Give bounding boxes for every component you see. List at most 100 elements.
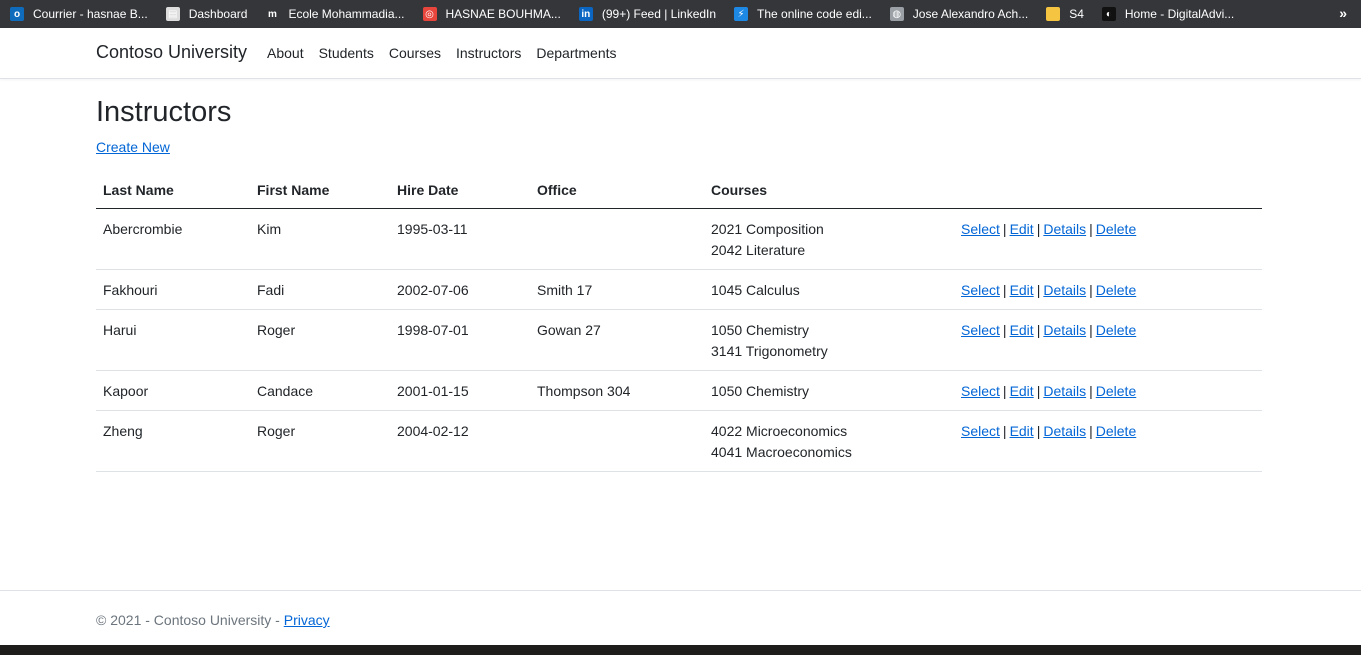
- cell-first-name: Kim: [250, 208, 390, 270]
- select-link[interactable]: Select: [961, 322, 1000, 338]
- cell-actions: Select | Edit | Details | Delete: [954, 410, 1262, 472]
- table-header-row: Last Name First Name Hire Date Office Co…: [96, 172, 1262, 209]
- select-link[interactable]: Select: [961, 383, 1000, 399]
- select-link[interactable]: Select: [961, 282, 1000, 298]
- nav-link-departments[interactable]: Departments: [536, 45, 616, 61]
- bookmark-item[interactable]: m Ecole Mohammadia...: [265, 0, 405, 28]
- bookmark-item[interactable]: ◍ Jose Alexandro Ach...: [889, 0, 1029, 28]
- edit-link[interactable]: Edit: [1010, 221, 1034, 237]
- action-separator: |: [1002, 382, 1007, 399]
- select-link[interactable]: Select: [961, 423, 1000, 439]
- delete-link[interactable]: Delete: [1096, 423, 1136, 439]
- nav-link-instructors[interactable]: Instructors: [456, 45, 521, 61]
- header-last-name: Last Name: [96, 172, 250, 209]
- header-first-name: First Name: [250, 172, 390, 209]
- cell-first-name: Candace: [250, 370, 390, 411]
- course-item: 1045 Calculus: [711, 281, 800, 298]
- edit-link[interactable]: Edit: [1010, 322, 1034, 338]
- action-separator: |: [1089, 422, 1093, 439]
- header-office: Office: [530, 172, 704, 209]
- action-separator: |: [1089, 321, 1093, 338]
- bookmarks-bar: o Courrier - hasnae B... ▤ Dashboard m Ecole …: [0, 0, 1361, 28]
- cell-first-name: Fadi: [250, 269, 390, 310]
- course-item: 2021 Composition: [711, 220, 824, 237]
- bookmark-label: HASNAE BOUHMA...: [445, 7, 561, 21]
- action-separator: |: [1002, 220, 1007, 237]
- instructors-table: Last Name First Name Hire Date Office Co…: [96, 172, 1262, 472]
- cell-last-name: Kapoor: [96, 370, 250, 411]
- create-new-link[interactable]: Create New: [96, 139, 170, 155]
- table-row: Fakhouri Fadi 2002-07-06 Smith 17 1045 Calcu…: [96, 269, 1262, 310]
- course-item: 1050 Chemistry: [711, 321, 810, 338]
- course-item: 1050 Chemistry: [711, 382, 810, 399]
- cell-office: Gowan 27: [530, 309, 704, 371]
- lightning-icon: ⚡: [734, 7, 749, 21]
- delete-link[interactable]: Delete: [1096, 322, 1136, 338]
- action-separator: |: [1036, 382, 1041, 399]
- edit-link[interactable]: Edit: [1010, 282, 1034, 298]
- privacy-link[interactable]: Privacy: [284, 612, 330, 628]
- action-separator: |: [1089, 220, 1093, 237]
- cell-office: [530, 410, 704, 472]
- cell-last-name: Zheng: [96, 410, 250, 472]
- table-row: Abercrombie Kim 1995-03-11 2021 Composition…: [96, 208, 1262, 270]
- nav-link-students[interactable]: Students: [319, 45, 374, 61]
- cell-courses: 1045 Calculus: [704, 269, 954, 310]
- bookmark-label: Dashboard: [188, 7, 248, 21]
- bookmark-label: Courrier - hasnae B...: [33, 7, 148, 21]
- bookmark-item[interactable]: ◐ Home - DigitalAdvi...: [1101, 0, 1235, 28]
- table-row: Zheng Roger 2004-02-12 4022 Microeconomics 4…: [96, 410, 1262, 472]
- table-row: Kapoor Candace 2001-01-15 Thompson 304 1050 …: [96, 370, 1262, 411]
- bookmark-label: The online code edi...: [757, 7, 872, 21]
- details-link[interactable]: Details: [1043, 423, 1086, 439]
- bookmark-label: Jose Alexandro Ach...: [912, 7, 1029, 21]
- select-link[interactable]: Select: [961, 221, 1000, 237]
- header-courses: Courses: [704, 172, 954, 209]
- action-separator: |: [1089, 382, 1093, 399]
- bookmark-item[interactable]: ⚡ The online code edi...: [734, 0, 872, 28]
- nav-link-about[interactable]: About: [267, 45, 304, 61]
- cell-hire-date: 2002-07-06: [390, 269, 530, 310]
- course-item: 4041 Macroeconomics: [711, 443, 852, 460]
- cell-hire-date: 2001-01-15: [390, 370, 530, 411]
- navbar: Contoso University About Students Course…: [0, 28, 1361, 79]
- details-link[interactable]: Details: [1043, 383, 1086, 399]
- cell-actions: Select | Edit | Details | Delete: [954, 309, 1262, 371]
- bookmark-label: Home - DigitalAdvi...: [1124, 7, 1235, 21]
- outlook-icon: o: [10, 7, 24, 21]
- cell-office: Thompson 304: [530, 370, 704, 411]
- bookmark-item[interactable]: ◎ HASNAE BOUHMA...: [422, 0, 561, 28]
- cell-first-name: Roger: [250, 410, 390, 472]
- moodle-icon: m: [265, 7, 280, 21]
- bookmark-item[interactable]: in (99+) Feed | LinkedIn: [578, 0, 716, 28]
- digitaladvisor-icon: ◐: [1101, 7, 1116, 21]
- bookmark-item[interactable]: ▤ Dashboard: [165, 0, 248, 28]
- action-separator: |: [1089, 281, 1093, 298]
- delete-link[interactable]: Delete: [1096, 282, 1136, 298]
- action-separator: |: [1036, 321, 1041, 338]
- footer: © 2021 - Contoso University - Privacy: [0, 590, 1361, 645]
- dashboard-icon: ▤: [165, 7, 180, 21]
- cell-actions: Select | Edit | Details | Delete: [954, 370, 1262, 411]
- action-separator: |: [1002, 422, 1007, 439]
- details-link[interactable]: Details: [1043, 221, 1086, 237]
- details-link[interactable]: Details: [1043, 282, 1086, 298]
- bookmarks-overflow-icon[interactable]: »: [1339, 0, 1347, 28]
- brand-link[interactable]: Contoso University: [96, 42, 247, 63]
- edit-link[interactable]: Edit: [1010, 383, 1034, 399]
- cell-actions: Select | Edit | Details | Delete: [954, 269, 1262, 310]
- bookmark-item[interactable]: o Courrier - hasnae B...: [10, 0, 148, 28]
- cell-courses: 1050 Chemistry: [704, 370, 954, 411]
- action-separator: |: [1002, 321, 1007, 338]
- footer-copyright: © 2021 - Contoso University -: [96, 612, 284, 628]
- delete-link[interactable]: Delete: [1096, 383, 1136, 399]
- edit-link[interactable]: Edit: [1010, 423, 1034, 439]
- delete-link[interactable]: Delete: [1096, 221, 1136, 237]
- bookmark-item[interactable]: S4: [1046, 0, 1084, 28]
- cell-hire-date: 1995-03-11: [390, 208, 530, 270]
- footer-text: © 2021 - Contoso University - Privacy: [96, 612, 330, 628]
- details-link[interactable]: Details: [1043, 322, 1086, 338]
- nav-link-courses[interactable]: Courses: [389, 45, 441, 61]
- course-item: 2042 Literature: [711, 241, 806, 258]
- action-separator: |: [1036, 281, 1041, 298]
